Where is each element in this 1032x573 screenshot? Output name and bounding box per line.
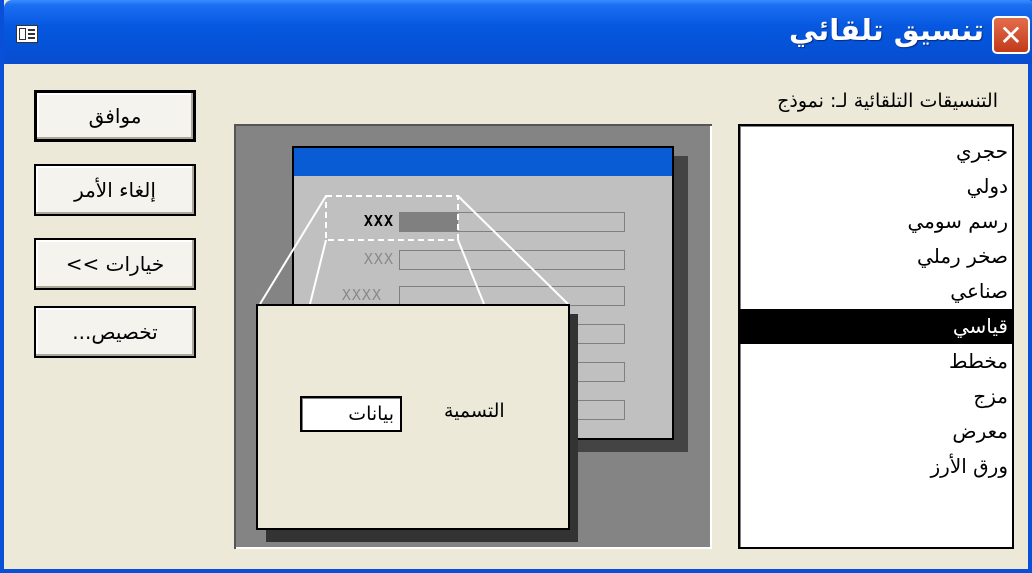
zoom-textbox: بيانات	[300, 396, 402, 432]
auto-format-dialog: تنسيق تلقائي ✕ موافق إلغاء الأمر خيارات …	[0, 0, 1032, 573]
list-item[interactable]: حجري	[740, 134, 1012, 169]
list-item[interactable]: دولي	[740, 169, 1012, 204]
list-item[interactable]: مزج	[740, 379, 1012, 414]
list-item[interactable]: مخطط	[740, 344, 1012, 379]
list-item[interactable]: رسم سومي	[740, 204, 1012, 239]
list-item-selected[interactable]: قياسي	[740, 309, 1012, 344]
list-item[interactable]: ورق الأرز	[740, 449, 1012, 484]
zoom-label: التسمية	[444, 400, 505, 422]
list-item[interactable]: معرض	[740, 414, 1012, 449]
list-item[interactable]: صناعي	[740, 274, 1012, 309]
list-item[interactable]: صخر رملي	[740, 239, 1012, 274]
list-caption: التنسيقات التلقائية لـ: نموذج	[777, 90, 998, 112]
format-listbox[interactable]: حجري دولي رسم سومي صخر رملي صناعي قياسي …	[738, 124, 1014, 549]
